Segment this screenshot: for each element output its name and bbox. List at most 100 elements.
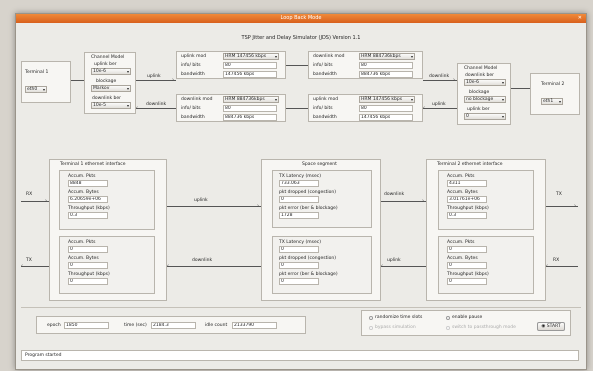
throughput-value: 0.3 bbox=[68, 212, 108, 219]
accum-bytes-label: Accum. Bytes bbox=[447, 190, 478, 195]
downlink-arrow-label: downlink bbox=[384, 192, 405, 197]
chevron-down-icon: ▾ bbox=[558, 99, 561, 104]
chevron-down-icon: ▾ bbox=[501, 97, 504, 102]
tx-label-right: TX bbox=[556, 192, 562, 197]
accum-pkts-label: Accum. Pkts bbox=[68, 174, 96, 179]
enable-pause-checkbox[interactable] bbox=[446, 316, 450, 320]
switch-passthrough-checkbox[interactable] bbox=[446, 326, 450, 330]
accum-pkts-label: Accum. Pkts bbox=[447, 174, 475, 179]
terminal1-select[interactable]: eth0 ▾ bbox=[25, 86, 47, 93]
accum-bytes-label: Accum. Bytes bbox=[447, 256, 478, 261]
page-heading: TSP Jitter and Delay Simulator (JDS) Ver… bbox=[241, 35, 361, 41]
terminal2-select[interactable]: eth1 ▾ bbox=[541, 98, 563, 105]
enable-pause-label: enable pause bbox=[452, 315, 483, 320]
rx-label-right: RX bbox=[553, 258, 560, 263]
uplink-ber-select[interactable]: 10e-6 ▾ bbox=[91, 68, 131, 75]
uplink-mod-select[interactable]: HRM 147456 kbps ▾ bbox=[223, 53, 279, 60]
radio-dot-icon: ◉ bbox=[541, 324, 546, 329]
terminal1-label: Terminal 1 bbox=[25, 70, 49, 75]
window-title: Loop Back Mode bbox=[280, 15, 322, 21]
counters-panel: epoch 1850 time (sec) 2184.3 idle count … bbox=[36, 316, 306, 334]
main-window: Loop Back Mode ✕ TSP Jitter and Delay Si… bbox=[15, 13, 587, 370]
downlink-mod-right: downlink mod HRM 884736kbps ▾ info/ bits … bbox=[308, 51, 423, 79]
arrow-line bbox=[546, 266, 578, 267]
switch-passthrough-label: switch to passthrough mode bbox=[452, 325, 516, 330]
accum-bytes-value: 0 bbox=[447, 262, 487, 269]
downlink-mod-label: downlink mod bbox=[313, 54, 345, 59]
arrow-line bbox=[423, 108, 457, 109]
arrow-line bbox=[136, 108, 176, 109]
space-downlink-stats: TX Latency (msec) 0 pkt dropped (congest… bbox=[272, 236, 372, 294]
chevron-down-icon: ▾ bbox=[126, 69, 129, 74]
arrow-right-icon: › bbox=[574, 203, 576, 209]
arrow-left-icon: ‹ bbox=[381, 263, 383, 269]
info-bits-field[interactable]: 80 bbox=[359, 105, 413, 112]
bandwidth-label: bandwidth bbox=[313, 115, 337, 120]
uplink-ber-label: uplink ber bbox=[94, 62, 117, 67]
pkt-error-value: 1728 bbox=[279, 212, 319, 219]
space-segment-title: Space segment bbox=[302, 162, 337, 167]
arrow-line bbox=[511, 88, 530, 89]
downlink-mod-select[interactable]: HRM 884736kbps ▾ bbox=[223, 96, 279, 103]
downlink-ber-select[interactable]: 10e-6 ▾ bbox=[464, 79, 506, 86]
space-segment-panel: Space segment TX Latency (msec) 733.063 … bbox=[261, 159, 381, 301]
downlink-mod-select[interactable]: HRM 884736kbps ▾ bbox=[359, 53, 415, 60]
arrow-left-icon: ‹ bbox=[21, 263, 23, 269]
throughput-value: 0 bbox=[447, 278, 487, 285]
blockage-select[interactable]: Markov ▾ bbox=[91, 85, 131, 92]
uplink-arrow-label: uplink bbox=[147, 74, 161, 79]
terminal1-ethernet-panel: Terminal 1 ethernet interface Accum. Pkt… bbox=[49, 159, 167, 301]
channel-model-2-title: Channel Model bbox=[464, 66, 498, 71]
close-icon[interactable]: ✕ bbox=[578, 15, 582, 21]
throughput-label: Throughput (kbps) bbox=[447, 272, 489, 277]
options-panel: randomize time slots enable pause bypass… bbox=[361, 310, 571, 336]
arrow-left-icon: ‹ bbox=[423, 105, 425, 111]
chevron-down-icon: ▾ bbox=[410, 54, 413, 59]
arrow-line bbox=[286, 65, 308, 66]
arrow-line bbox=[381, 266, 426, 267]
tx-latency-label: TX Latency (msec) bbox=[279, 240, 321, 245]
bypass-checkbox[interactable] bbox=[369, 326, 373, 330]
accum-bytes-value: 3.01761e+06 bbox=[447, 196, 487, 203]
bandwidth-field: 147456 kbps bbox=[359, 114, 413, 121]
chevron-down-icon: ▾ bbox=[274, 97, 277, 102]
time-label: time (sec) bbox=[124, 323, 147, 328]
chevron-down-icon: ▾ bbox=[410, 97, 413, 102]
accum-bytes-label: Accum. Bytes bbox=[68, 256, 99, 261]
downlink-ber-select[interactable]: 10e-5 ▾ bbox=[91, 102, 131, 109]
accum-pkts-value: 0 bbox=[447, 246, 487, 253]
throughput-label: Throughput (kbps) bbox=[68, 272, 110, 277]
info-bits-field[interactable]: 80 bbox=[223, 105, 277, 112]
terminal1-panel: Terminal 1 eth0 ▾ bbox=[21, 61, 71, 103]
arrow-right-icon: › bbox=[257, 203, 259, 209]
throughput-label: Throughput (kbps) bbox=[447, 206, 489, 211]
info-bits-field[interactable]: 80 bbox=[223, 62, 277, 69]
chevron-down-icon: ▾ bbox=[501, 114, 504, 119]
arrow-left-icon: ‹ bbox=[167, 263, 169, 269]
uplink-mod-select[interactable]: HRM 147456 kbps ▾ bbox=[359, 96, 415, 103]
downlink-arrow-label: downlink bbox=[429, 74, 450, 79]
accum-pkts-value: 4311 bbox=[447, 180, 487, 187]
accum-pkts-value: 0 bbox=[68, 246, 108, 253]
bandwidth-field: 147456 kbps bbox=[223, 71, 277, 78]
arrow-right-icon: › bbox=[45, 198, 47, 204]
start-button[interactable]: ◉ START bbox=[537, 322, 565, 331]
arrow-line bbox=[167, 266, 261, 267]
randomize-label: randomize time slots bbox=[375, 315, 423, 320]
terminal2-ethernet-panel: Terminal 2 ethernet interface Accum. Pkt… bbox=[426, 159, 546, 301]
pkt-dropped-value: 0 bbox=[279, 262, 319, 269]
arrow-right-icon: › bbox=[422, 198, 424, 204]
uplink-ber-select[interactable]: 0 ▾ bbox=[464, 113, 506, 120]
downlink-arrow-label: downlink bbox=[146, 102, 167, 107]
info-bits-label: info/ bits bbox=[181, 63, 201, 68]
chevron-down-icon: ▾ bbox=[501, 80, 504, 85]
bandwidth-label: bandwidth bbox=[181, 72, 205, 77]
time-value: 2184.3 bbox=[151, 322, 196, 329]
randomize-checkbox[interactable] bbox=[369, 316, 373, 320]
blockage-select[interactable]: no blockage ▾ bbox=[464, 96, 506, 103]
bandwidth-field: 884736 kbps bbox=[359, 71, 413, 78]
throughput-label: Throughput (kbps) bbox=[68, 206, 110, 211]
pkt-dropped-value: 0 bbox=[279, 196, 319, 203]
uplink-mod-label: uplink mod bbox=[313, 97, 339, 102]
info-bits-field[interactable]: 80 bbox=[359, 62, 413, 69]
